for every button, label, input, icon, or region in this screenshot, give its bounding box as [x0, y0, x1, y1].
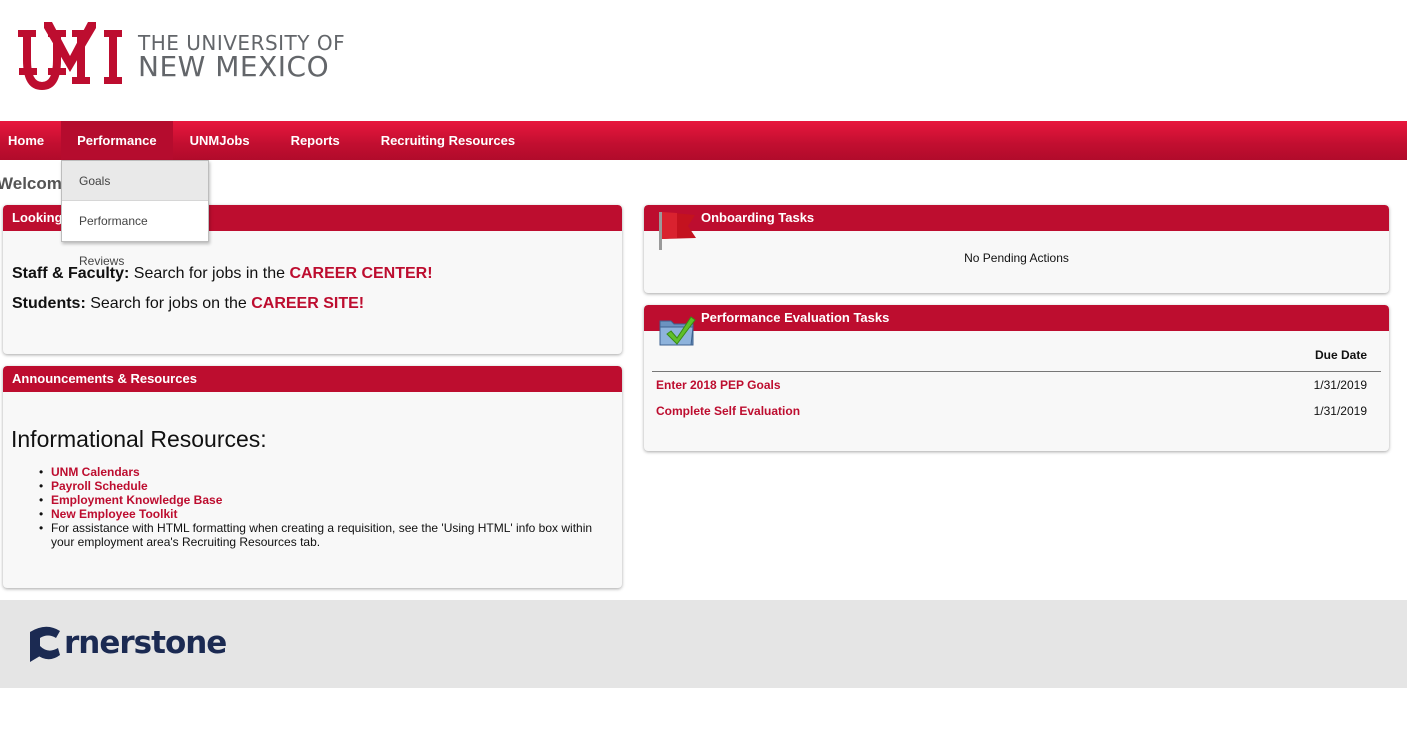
task-due-date: 1/31/2019 [1313, 378, 1367, 392]
dropdown-item-performance-reviews[interactable]: Performance Reviews [62, 201, 208, 268]
announcements-panel: Announcements & Resources Informational … [3, 366, 622, 588]
onboarding-panel-title: Onboarding Tasks [644, 205, 1389, 231]
performance-evaluation-panel: Performance Evaluation Tasks Due Date En… [644, 305, 1389, 451]
new-employee-toolkit-link[interactable]: New Employee Toolkit [51, 507, 177, 521]
list-item: UNM Calendars [39, 465, 609, 479]
university-name: THE UNIVERSITY OF NEW MEXICO [138, 33, 345, 81]
list-item: Payroll Schedule [39, 479, 609, 493]
performance-evaluation-panel-title: Performance Evaluation Tasks [644, 305, 1389, 331]
performance-dropdown: Goals Performance Reviews [61, 160, 209, 268]
cornerstone-wordmark: rnerstone [64, 625, 227, 661]
university-name-line2: NEW MEXICO [138, 50, 330, 83]
payroll-schedule-link[interactable]: Payroll Schedule [51, 479, 148, 493]
nav-reports[interactable]: Reports [283, 121, 348, 160]
students-label: Students: [12, 295, 86, 312]
unm-logo[interactable]: THE UNIVERSITY OF NEW MEXICO [18, 22, 345, 92]
nav-performance[interactable]: Performance [61, 121, 173, 160]
unm-calendars-link[interactable]: UNM Calendars [51, 465, 140, 479]
employment-knowledge-base-link[interactable]: Employment Knowledge Base [51, 493, 222, 507]
table-row: Complete Self Evaluation 1/31/2019 [656, 404, 1367, 418]
nav-unmjobs[interactable]: UNMJobs [182, 121, 258, 160]
html-formatting-note: For assistance with HTML formatting when… [51, 521, 593, 549]
table-row: Enter 2018 PEP Goals 1/31/2019 [656, 378, 1367, 392]
informational-resources-heading: Informational Resources: [11, 426, 267, 452]
nav-home[interactable]: Home [0, 121, 52, 160]
cornerstone-c-icon [30, 626, 60, 662]
resources-list: UNM Calendars Payroll Schedule Employmen… [39, 465, 609, 549]
list-item: New Employee Toolkit [39, 507, 609, 521]
task-enter-pep-goals-link[interactable]: Enter 2018 PEP Goals [656, 378, 781, 392]
no-pending-actions: No Pending Actions [964, 251, 1069, 265]
table-divider [652, 371, 1381, 372]
page-footer: rnerstone [0, 600, 1407, 688]
task-complete-self-evaluation-link[interactable]: Complete Self Evaluation [656, 404, 800, 418]
due-date-header: Due Date [1314, 348, 1367, 362]
onboarding-panel: Onboarding Tasks No Pending Actions [644, 205, 1389, 293]
unm-logo-icon [18, 22, 122, 90]
folder-check-icon [659, 316, 696, 346]
cornerstone-logo[interactable]: rnerstone [28, 624, 227, 662]
main-nav: Home Performance UNMJobs Reports Recruit… [0, 121, 1407, 160]
announcements-panel-title: Announcements & Resources [3, 366, 622, 392]
dropdown-item-goals[interactable]: Goals [62, 161, 208, 201]
list-item: For assistance with HTML formatting when… [39, 521, 609, 549]
students-text: Search for jobs on the [85, 295, 252, 312]
career-center-link[interactable]: CAREER CENTER! [289, 265, 432, 282]
students-line: Students: Search for jobs on the CAREER … [12, 295, 364, 313]
staff-faculty-text: Search for jobs in the [129, 265, 290, 282]
career-site-link[interactable]: CAREER SITE! [251, 295, 364, 312]
task-due-date: 1/31/2019 [1313, 404, 1367, 418]
page-header: THE UNIVERSITY OF NEW MEXICO [0, 0, 1407, 121]
nav-recruiting-resources[interactable]: Recruiting Resources [373, 121, 523, 160]
red-flag-icon [659, 212, 696, 250]
staff-faculty-line: Staff & Faculty: Search for jobs in the … [12, 265, 433, 283]
list-item: Employment Knowledge Base [39, 493, 609, 507]
